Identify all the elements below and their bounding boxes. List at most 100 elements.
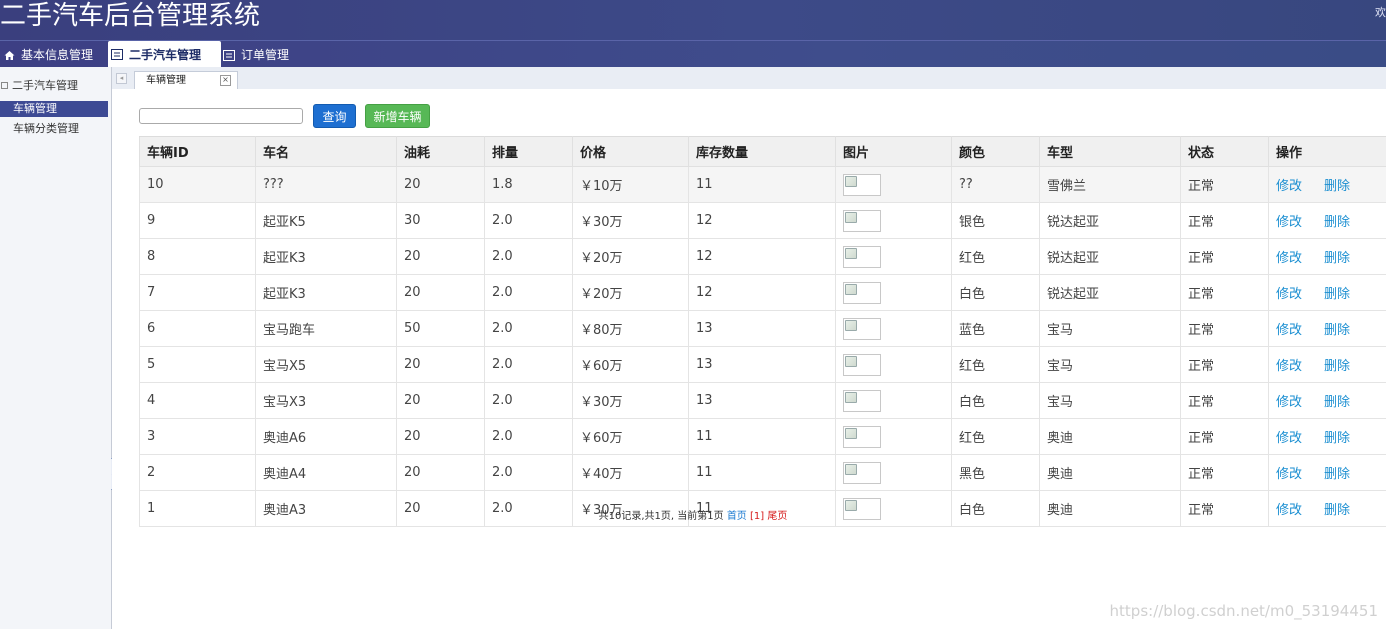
broken-image-icon: [843, 389, 881, 412]
app-header: 二手汽车后台管理系统 欢: [0, 0, 1386, 40]
delete-link[interactable]: 删除: [1324, 503, 1350, 518]
menu-tab-used-car[interactable]: 二手汽车管理: [108, 41, 221, 68]
sidebar-item-label: 车辆分类管理: [13, 122, 79, 135]
table-cell: 13: [688, 382, 836, 419]
table-cell: 12: [688, 274, 836, 311]
vehicle-table: 车辆ID 车名 油耗 排量 价格 库存数量 图片 颜色 车型 状态 操作 10?…: [139, 136, 1386, 527]
table-cell: 奥迪A6: [255, 418, 397, 455]
edit-link[interactable]: 修改: [1276, 323, 1302, 338]
table-cell: 起亚K5: [255, 202, 397, 239]
table-row: 9 起亚K5 30 2.0 ￥30万 12 银色 锐达起亚 正常 修改 删除: [139, 202, 1386, 239]
table-cell: 起亚K3: [255, 274, 397, 311]
first-page-link[interactable]: 首页: [727, 511, 747, 522]
broken-image-icon: [843, 425, 881, 448]
tab-vehicle-management[interactable]: 车辆管理 ×: [134, 71, 238, 89]
add-vehicle-button[interactable]: 新增车辆: [365, 104, 430, 128]
table-cell: 4: [139, 382, 256, 419]
table-cell: 2.0: [484, 346, 573, 383]
delete-link[interactable]: 删除: [1324, 215, 1350, 230]
search-input[interactable]: [139, 108, 303, 124]
sidebar-item-vehicle-category[interactable]: 车辆分类管理: [0, 121, 108, 137]
table-cell: 20: [396, 238, 485, 275]
table-cell: ￥60万: [572, 346, 689, 383]
edit-link[interactable]: 修改: [1276, 215, 1302, 230]
car-image-cell: [835, 166, 952, 203]
table-row: 10??? 20 1.8 ￥10万 11?? 雪佛兰 正常 修改 删除: [139, 166, 1386, 203]
table-cell: 12: [688, 238, 836, 275]
table-cell: 20: [396, 454, 485, 491]
menu-tab-basic-info[interactable]: 基本信息管理: [0, 42, 99, 68]
delete-link[interactable]: 删除: [1324, 359, 1350, 374]
query-button[interactable]: 查询: [313, 104, 356, 128]
delete-link[interactable]: 删除: [1324, 395, 1350, 410]
delete-link[interactable]: 删除: [1324, 467, 1350, 482]
table-cell: 20: [396, 418, 485, 455]
column-header: 操作: [1268, 136, 1386, 167]
table-cell: ￥20万: [572, 238, 689, 275]
table-cell: 宝马跑车: [255, 310, 397, 347]
table-cell: 锐达起亚: [1039, 202, 1181, 239]
car-image-cell: [835, 274, 952, 311]
table-cell: ???: [255, 166, 397, 203]
edit-link[interactable]: 修改: [1276, 251, 1302, 266]
edit-link[interactable]: 修改: [1276, 287, 1302, 302]
table-cell: 20: [396, 346, 485, 383]
table-cell: ￥20万: [572, 274, 689, 311]
table-actions-cell: 修改 删除: [1268, 382, 1386, 419]
top-menu-bar: 基本信息管理 二手汽车管理 订单管理: [0, 40, 1386, 68]
table-cell: ??: [951, 166, 1040, 203]
list-icon: [223, 49, 235, 61]
table-cell: 2.0: [484, 238, 573, 275]
edit-link[interactable]: 修改: [1276, 431, 1302, 446]
edit-link[interactable]: 修改: [1276, 395, 1302, 410]
table-cell: 30: [396, 202, 485, 239]
table-cell: 正常: [1180, 346, 1269, 383]
table-cell: 20: [396, 382, 485, 419]
table-cell: 宝马X3: [255, 382, 397, 419]
edit-link[interactable]: 修改: [1276, 467, 1302, 482]
delete-link[interactable]: 删除: [1324, 251, 1350, 266]
home-icon: [3, 49, 15, 61]
table-cell: 8: [139, 238, 256, 275]
table-cell: 11: [688, 166, 836, 203]
table-cell: 11: [688, 454, 836, 491]
delete-link[interactable]: 删除: [1324, 287, 1350, 302]
column-header: 车型: [1039, 136, 1181, 167]
edit-link[interactable]: 修改: [1276, 359, 1302, 374]
table-actions-cell: 修改 删除: [1268, 310, 1386, 347]
table-cell: 正常: [1180, 274, 1269, 311]
table-cell: 白色: [951, 382, 1040, 419]
table-cell: 宝马: [1039, 310, 1181, 347]
table-cell: 7: [139, 274, 256, 311]
close-icon[interactable]: ×: [220, 75, 231, 86]
table-cell: 黑色: [951, 454, 1040, 491]
table-cell: 12: [688, 202, 836, 239]
table-cell: 奥迪: [1039, 454, 1181, 491]
sidebar-group-header[interactable]: 二手汽车管理: [0, 77, 111, 95]
delete-link[interactable]: 删除: [1324, 179, 1350, 194]
table-row: 2 奥迪A4 20 2.0 ￥40万 11 黑色 奥迪 正常 修改 删除: [139, 454, 1386, 491]
last-page-link[interactable]: 尾页: [767, 511, 787, 522]
table-cell: ￥60万: [572, 418, 689, 455]
column-header: 油耗: [396, 136, 485, 167]
delete-link[interactable]: 删除: [1324, 323, 1350, 338]
sidebar-item-vehicle-management[interactable]: 车辆管理: [0, 101, 108, 117]
watermark: https://blog.csdn.net/m0_53194451: [1109, 602, 1378, 620]
table-cell: 6: [139, 310, 256, 347]
table-actions-cell: 修改 删除: [1268, 490, 1386, 527]
tab-scroll-left-icon[interactable]: ◂: [116, 73, 127, 84]
table-row: 6 宝马跑车 50 2.0 ￥80万 13 蓝色 宝马 正常 修改 删除: [139, 310, 1386, 347]
menu-tab-orders[interactable]: 订单管理: [220, 42, 295, 68]
delete-link[interactable]: 删除: [1324, 431, 1350, 446]
table-cell: 13: [688, 310, 836, 347]
table-cell: 2.0: [484, 418, 573, 455]
broken-image-icon: [843, 461, 881, 484]
table-cell: 锐达起亚: [1039, 274, 1181, 311]
table-cell: 正常: [1180, 418, 1269, 455]
edit-link[interactable]: 修改: [1276, 503, 1302, 518]
menu-tab-label: 二手汽车管理: [129, 47, 202, 62]
table-cell: 11: [688, 418, 836, 455]
edit-link[interactable]: 修改: [1276, 179, 1302, 194]
table-cell: ￥40万: [572, 454, 689, 491]
table-cell: 奥迪: [1039, 418, 1181, 455]
